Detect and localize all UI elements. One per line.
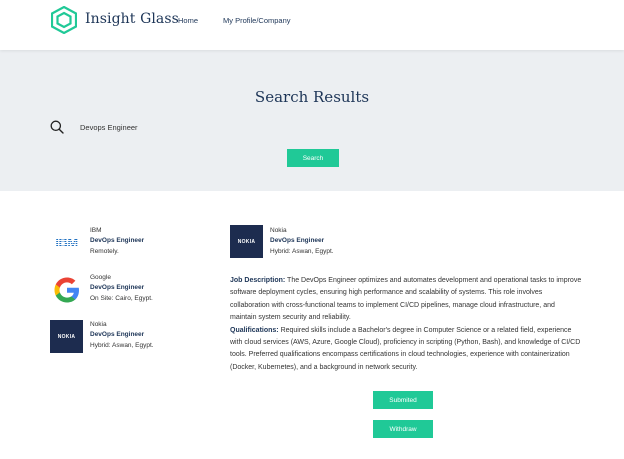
google-g-icon: [54, 277, 79, 302]
top-navbar: Insight Glass Home My Profile/Company: [0, 0, 624, 50]
search-icon: [50, 120, 64, 134]
job-description: Job Description: The DevOps Engineer opt…: [230, 275, 582, 325]
google-logo-icon: [50, 273, 83, 306]
result-item-ibm[interactable]: IBM IBM DevOps Engineer Remotely.: [50, 226, 210, 262]
result-item-google[interactable]: Google DevOps Engineer On Site: Cairo, E…: [50, 273, 210, 309]
result-location: Hybrid: Aswan, Egypt.: [90, 342, 154, 349]
nokia-logo-icon: NOKIA: [50, 320, 83, 353]
nav-link-my-profile[interactable]: My Profile/Company: [223, 16, 291, 25]
nav-link-home[interactable]: Home: [178, 16, 198, 25]
search-input[interactable]: [76, 121, 376, 133]
withdraw-button[interactable]: Withdraw: [373, 420, 433, 438]
insight-glass-logo-icon[interactable]: [51, 6, 77, 34]
nokia-logo-text: NOKIA: [237, 238, 256, 245]
page-title: Search Results: [254, 88, 370, 106]
brand-name[interactable]: Insight Glass: [85, 11, 179, 27]
result-job-title: DevOps Engineer: [90, 284, 145, 291]
detail-location: Hybrid: Aswan, Egypt.: [270, 248, 334, 255]
qualifications-label: Qualifications:: [230, 326, 279, 334]
result-item-nokia[interactable]: NOKIA Nokia DevOps Engineer Hybrid: Aswa…: [50, 320, 210, 356]
ibm-logo-text: IBM: [55, 235, 78, 250]
detail-nokia-logo-icon: NOKIA: [230, 225, 263, 258]
result-job-title: DevOps Engineer: [90, 237, 145, 244]
qualifications-text: Required skills include a Bachelor's deg…: [230, 326, 581, 371]
result-location: Remotely.: [90, 248, 119, 255]
search-button[interactable]: Search: [287, 149, 339, 167]
job-description-label: Job Description:: [230, 277, 286, 284]
result-text: IBM DevOps Engineer Remotely.: [90, 226, 144, 256]
nokia-logo-text: NOKIA: [57, 333, 76, 340]
job-qualifications: Qualifications: Required skills include …: [230, 325, 582, 375]
search-hero: Search Results Search: [0, 50, 624, 191]
result-company: Nokia: [90, 321, 107, 328]
result-company: IBM: [90, 227, 102, 234]
submitted-button[interactable]: Submited: [373, 391, 433, 409]
result-location: On Site: Cairo, Egypt.: [90, 295, 153, 302]
job-detail-body: Job Description: The DevOps Engineer opt…: [230, 275, 582, 374]
detail-job-title: DevOps Engineer: [270, 237, 325, 244]
result-text: Google DevOps Engineer On Site: Cairo, E…: [90, 273, 153, 303]
detail-company: Nokia: [270, 227, 287, 234]
detail-header: Nokia DevOps Engineer Hybrid: Aswan, Egy…: [270, 226, 334, 256]
result-job-title: DevOps Engineer: [90, 331, 145, 338]
ibm-logo-icon: IBM: [50, 226, 83, 259]
result-text: Nokia DevOps Engineer Hybrid: Aswan, Egy…: [90, 320, 154, 350]
result-company: Google: [90, 274, 111, 281]
